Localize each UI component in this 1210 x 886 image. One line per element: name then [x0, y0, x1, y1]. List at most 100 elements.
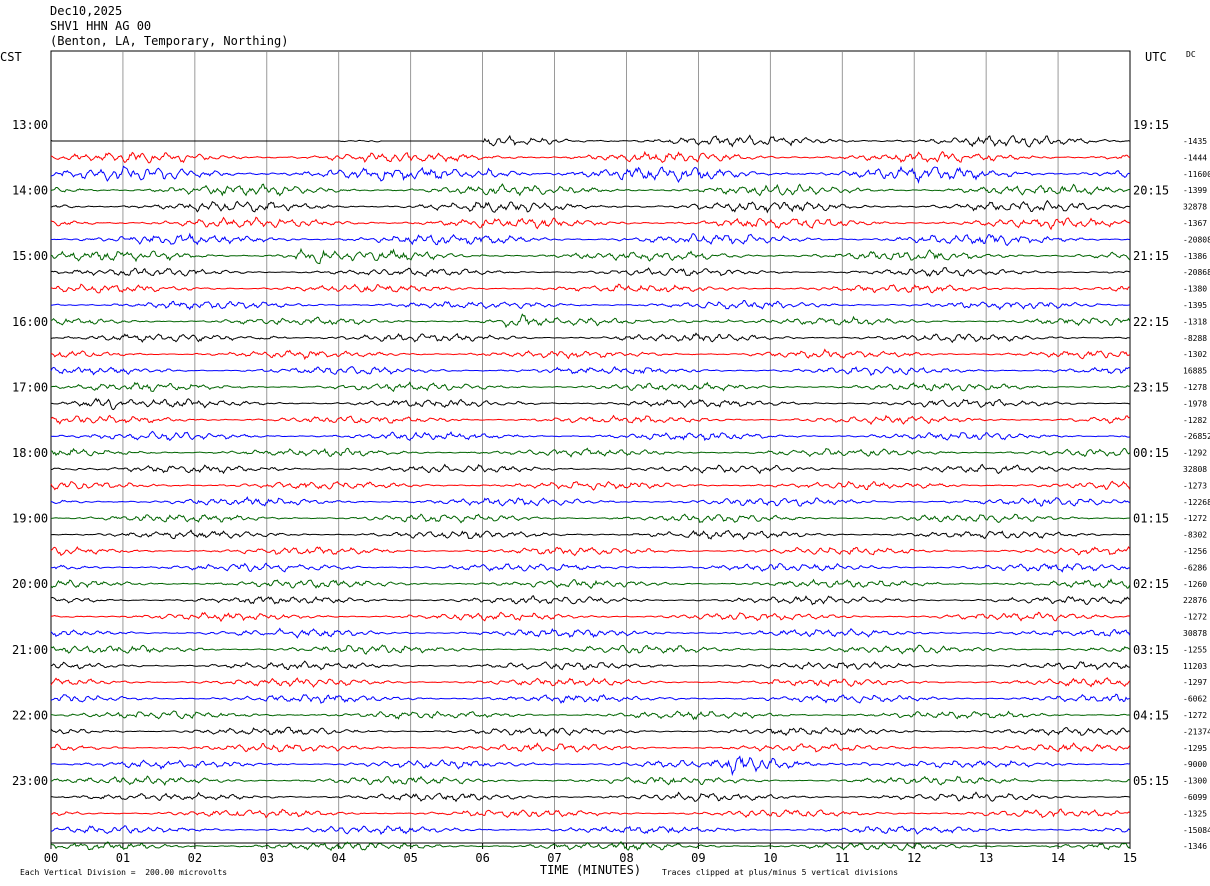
dc-offset-label: 11203	[1183, 662, 1207, 671]
vertical-division-note: Each Vertical Division = 200.00 microvol…	[20, 868, 228, 877]
dc-offset-label: -1444	[1183, 153, 1207, 162]
x-tick-label: 00	[44, 851, 58, 865]
right-time-label: 04:15	[1133, 708, 1169, 722]
trace-line	[50, 775, 1130, 786]
dc-offset-label: 32808	[1183, 465, 1207, 474]
trace-line	[50, 808, 1130, 819]
plot-frame	[50, 50, 1131, 844]
dc-offset-label: -1435	[1183, 137, 1207, 146]
trace-line	[50, 332, 1130, 344]
trace-line	[50, 430, 1130, 442]
trace-line	[50, 299, 1130, 311]
dc-offset-label: -1292	[1183, 449, 1207, 458]
trace-line	[50, 791, 1130, 803]
left-time-label: 14:00	[12, 184, 48, 198]
left-time-label: 22:00	[12, 708, 48, 722]
dc-offset-label: -1380	[1183, 285, 1207, 294]
x-tick-label: 11	[835, 851, 849, 865]
dc-offset-label: -12268	[1183, 498, 1210, 507]
dc-offset-label: -8302	[1183, 531, 1207, 540]
right-time-label: 02:15	[1133, 577, 1169, 591]
trace-line	[50, 183, 1130, 197]
dc-offset-label: -15084	[1183, 826, 1210, 835]
trace-line	[50, 755, 1130, 777]
left-time-label: 18:00	[12, 446, 48, 460]
trace-line	[50, 480, 1131, 491]
x-tick-label: 09	[691, 851, 705, 865]
dc-offset-label: -20808	[1183, 235, 1210, 244]
trace-line	[50, 710, 1130, 721]
left-time-label: 16:00	[12, 315, 48, 329]
dc-offset-label: -1260	[1183, 580, 1207, 589]
dc-offset-label: -1272	[1183, 711, 1207, 720]
dc-offset-label: -1273	[1183, 481, 1207, 490]
dc-offset-label: -6099	[1183, 793, 1207, 802]
dc-offset-label: -1272	[1183, 514, 1207, 523]
right-time-label: 01:15	[1133, 512, 1169, 526]
right-time-label: 23:15	[1133, 380, 1169, 394]
trace-line	[50, 267, 1130, 277]
right-time-label: 20:15	[1133, 184, 1169, 198]
trace-line	[50, 232, 1130, 247]
trace-line	[50, 348, 1131, 361]
trace-line	[50, 660, 1130, 671]
trace-line	[50, 313, 1131, 329]
dc-offset-label: -1395	[1183, 301, 1207, 310]
trace-line	[50, 726, 1130, 737]
left-time-label: 15:00	[12, 249, 48, 263]
x-tick-label: 13	[979, 851, 993, 865]
trace-line	[50, 463, 1130, 475]
trace-line	[51, 397, 1130, 411]
seismogram-plot: 00 01 02 03 04 05 06 07 08 09 10 11 12 13 14 15TIME (MI…	[12, 50, 1210, 877]
dc-offset-label: 22876	[1183, 596, 1207, 605]
dc-offset-label: -1295	[1183, 744, 1207, 753]
trace-line	[50, 165, 1130, 185]
left-time-label: 23:00	[12, 774, 48, 788]
trace-line	[50, 414, 1130, 426]
trace-line	[50, 381, 1130, 393]
trace-line	[50, 693, 1130, 704]
x-tick-label: 12	[907, 851, 921, 865]
dc-offset-label: -1302	[1183, 350, 1207, 359]
right-time-label: 21:15	[1133, 249, 1169, 263]
dc-offset-label: -6062	[1183, 695, 1207, 704]
dc-offset-label: -116006	[1183, 170, 1210, 179]
dc-offset-label: -1300	[1183, 777, 1207, 786]
dc-offset-label: -1386	[1183, 252, 1207, 261]
dc-offset-label: 16885	[1183, 367, 1207, 376]
dc-offset-label: 30878	[1183, 629, 1207, 638]
dc-offset-label: -8288	[1183, 334, 1207, 343]
trace-line	[50, 366, 1130, 377]
trace-line	[50, 742, 1131, 753]
trace-line	[50, 513, 1130, 524]
dc-offset-label: -1399	[1183, 186, 1207, 195]
trace-line	[50, 611, 1130, 623]
x-tick-label: 15	[1123, 851, 1137, 865]
dc-offset-label: -1297	[1183, 678, 1207, 687]
dc-offset-label: -1255	[1183, 645, 1207, 654]
trace-line	[50, 216, 1131, 231]
trace-line	[50, 627, 1131, 639]
x-tick-label: 10	[763, 851, 777, 865]
x-axis-title: TIME (MINUTES)	[540, 863, 641, 877]
x-tick-label: 14	[1051, 851, 1065, 865]
trace-line	[50, 496, 1131, 507]
dc-offset-label: -9000	[1183, 760, 1207, 769]
left-time-label: 20:00	[12, 577, 48, 591]
dc-offset-label: -6286	[1183, 563, 1207, 572]
trace-line	[50, 595, 1131, 606]
dc-offset-label: -1367	[1183, 219, 1207, 228]
left-time-label: 21:00	[12, 643, 48, 657]
clip-note: Traces clipped at plus/minus 5 vertical …	[662, 868, 899, 877]
left-time-label: 19:00	[12, 512, 48, 526]
x-tick-label: 05	[403, 851, 417, 865]
left-time-label: 13:00	[12, 118, 48, 132]
trace-line	[50, 283, 1130, 294]
dc-offset-label: -1256	[1183, 547, 1207, 556]
trace-line	[50, 677, 1131, 688]
trace-line	[50, 644, 1131, 655]
trace-line	[50, 825, 1131, 836]
x-tick-label: 04	[332, 851, 346, 865]
dc-offset-label: -20868	[1183, 268, 1210, 277]
trace-line	[50, 529, 1130, 541]
